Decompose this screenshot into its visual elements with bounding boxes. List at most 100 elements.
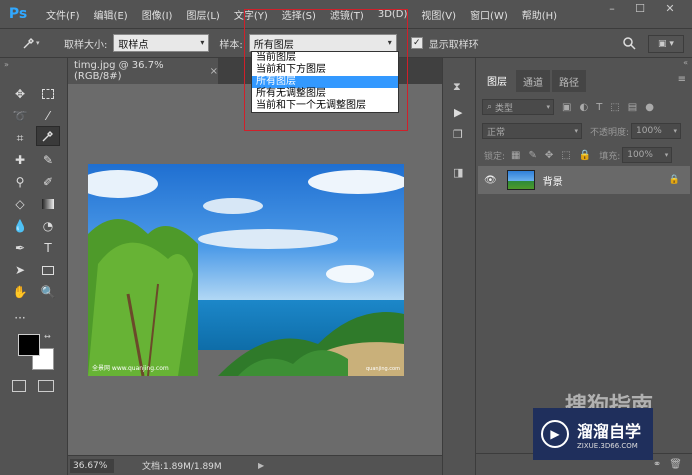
filter-smart-object-icon[interactable]: ▤ <box>628 102 637 113</box>
delete-layer-icon[interactable]: 🗑 <box>669 459 682 470</box>
lock-all-icon[interactable]: 🔒 <box>579 150 591 161</box>
close-button[interactable]: ✕ <box>660 2 680 16</box>
maximize-button[interactable]: ☐ <box>630 2 650 16</box>
pen-tool-icon[interactable]: ✒ <box>8 238 32 258</box>
layer-row[interactable]: 👁 背景 🔒 <box>478 166 690 194</box>
zoom-field[interactable]: 36.67% <box>70 458 114 473</box>
show-ring-checkbox[interactable]: ✓ <box>410 37 423 49</box>
menu-layer[interactable]: 图层(L) <box>186 7 219 22</box>
gradient-tool-icon[interactable] <box>36 194 60 214</box>
layer-name[interactable]: 背景 <box>543 173 563 188</box>
document-image[interactable]: 全景网 www.quanjing.com quanjing.com <box>88 164 404 376</box>
workspace-icon[interactable]: ▣ ▾ <box>648 35 684 53</box>
watermark-site: ZIXUE.3D66.COM <box>577 442 638 450</box>
lock-icon: 🔒 <box>668 175 680 185</box>
lock-label: 锁定: <box>484 151 506 162</box>
layer-thumbnail <box>506 170 535 190</box>
more-tools-icon[interactable]: ··· <box>8 308 32 328</box>
blend-mode-dropdown[interactable]: 正常 ▾ <box>482 123 582 139</box>
zoom-tool-icon[interactable]: 🔍 <box>36 282 60 302</box>
search-icon: ⌕ <box>487 102 493 112</box>
fill-field[interactable]: 100% ▾ <box>622 147 673 163</box>
rectangle-tool-icon[interactable] <box>36 260 60 280</box>
layer-filter-value: 类型 <box>495 103 514 114</box>
eyedropper-tool-icon[interactable] <box>36 126 60 146</box>
layer-filter-dropdown[interactable]: ⌕ 类型 ▾ <box>482 99 554 115</box>
magic-wand-tool-icon[interactable]: ⁄ <box>36 106 60 126</box>
panel-menu-icon[interactable]: ≡ <box>678 74 686 85</box>
hand-tool-icon[interactable]: ✋ <box>8 282 32 302</box>
menu-file[interactable]: 文件(F) <box>46 7 80 22</box>
minimize-button[interactable]: – <box>602 2 622 16</box>
actions-panel-icon[interactable]: ▶ <box>454 106 462 119</box>
eye-icon[interactable]: 👁 <box>484 175 497 186</box>
healing-brush-tool-icon[interactable]: ✚ <box>8 150 32 170</box>
play-logo-icon: ▶ <box>541 420 569 448</box>
blend-mode-value: 正常 <box>487 127 506 138</box>
lock-image-icon[interactable]: ✎ <box>529 150 537 161</box>
collapse-icon[interactable]: » <box>4 60 9 69</box>
watermark-badge: ▶ 溜溜自学 ZIXUE.3D66.COM <box>533 408 653 460</box>
properties-panel-icon[interactable]: ◨ <box>453 166 463 179</box>
filter-pixel-icon[interactable]: ▣ <box>562 102 571 113</box>
fill-label: 填充: <box>599 151 621 162</box>
document-info: 文档:1.89M/1.89M <box>142 462 222 472</box>
screen-mode-icon[interactable] <box>38 380 54 392</box>
status-menu-icon[interactable]: ▶ <box>258 461 264 470</box>
canvas-area[interactable]: 全景网 www.quanjing.com quanjing.com <box>68 84 442 455</box>
menu-edit[interactable]: 编辑(E) <box>94 7 128 22</box>
dodge-tool-icon[interactable]: ◔ <box>36 216 60 236</box>
sample-size-label: 取样大小: <box>64 39 108 51</box>
move-tool-icon[interactable]: ✥ <box>8 84 32 104</box>
swap-colors-icon[interactable]: ↔ <box>44 332 51 341</box>
highlight-box <box>244 9 408 131</box>
tools-panel: » ✥ ➰ ⁄ ⌗ ✚ ✎ ⚲ ✐ ◇ 💧 ◔ ✒ T ➤ ✋ 🔍 ··· ↔ <box>0 58 68 475</box>
filter-shape-icon[interactable]: ⬚ <box>610 102 619 113</box>
opacity-value: 100% <box>636 126 662 136</box>
sample-size-value: 取样点 <box>118 39 149 51</box>
watermark-brand: 溜溜自学 <box>577 422 642 441</box>
link-layers-icon[interactable]: ⚭ <box>653 459 661 470</box>
history-brush-tool-icon[interactable]: ✐ <box>36 172 60 192</box>
menu-window[interactable]: 窗口(W) <box>470 7 508 22</box>
quick-mask-icon[interactable] <box>12 380 26 392</box>
3d-panel-icon[interactable]: ❒ <box>453 128 463 141</box>
clone-stamp-tool-icon[interactable]: ⚲ <box>8 172 32 192</box>
eraser-tool-icon[interactable]: ◇ <box>8 194 32 214</box>
menu-help[interactable]: 帮助(H) <box>522 7 557 22</box>
lock-transparent-icon[interactable]: ▦ <box>511 150 520 161</box>
brush-tool-icon[interactable]: ✎ <box>36 150 60 170</box>
chevron-down-icon: ▾ <box>673 127 678 135</box>
search-icon[interactable] <box>622 36 638 52</box>
close-tab-icon[interactable]: × <box>210 66 218 77</box>
foreground-color-swatch[interactable] <box>18 334 40 356</box>
blur-tool-icon[interactable]: 💧 <box>8 216 32 236</box>
tab-layers[interactable]: 图层 <box>480 70 514 92</box>
image-caption-left: 全景网 www.quanjing.com <box>92 364 169 372</box>
menu-image[interactable]: 图像(I) <box>142 7 173 22</box>
crop-tool-icon[interactable]: ⌗ <box>8 128 32 148</box>
lasso-tool-icon[interactable]: ➰ <box>8 106 32 126</box>
filter-type-icon[interactable]: T <box>596 102 602 113</box>
show-ring-label: 显示取样环 <box>428 39 479 51</box>
path-selection-tool-icon[interactable]: ➤ <box>8 260 32 280</box>
document-tab[interactable]: timg.jpg @ 36.7%(RGB/8#) × <box>68 58 218 84</box>
history-panel-icon[interactable]: ⧗ <box>453 80 461 94</box>
tab-paths[interactable]: 路径 <box>552 70 586 92</box>
tab-channels[interactable]: 通道 <box>516 70 550 92</box>
marquee-tool-icon[interactable] <box>36 84 60 104</box>
panel-collapse-icon[interactable]: « <box>683 58 688 67</box>
sample-size-dropdown[interactable]: 取样点 ▾ <box>113 34 210 52</box>
type-tool-icon[interactable]: T <box>36 238 60 258</box>
opacity-field[interactable]: 100% ▾ <box>631 123 682 139</box>
eyedropper-icon[interactable]: ▾ <box>22 36 42 50</box>
filter-adjustment-icon[interactable]: ◐ <box>579 102 588 113</box>
lock-position-icon[interactable]: ✥ <box>545 150 553 161</box>
collapsed-panel-strip: ⧗ ▶ ❒ ◨ <box>442 58 476 475</box>
status-bar: 36.67% 文档:1.89M/1.89M ▶ <box>68 455 442 475</box>
filter-toggle-icon[interactable]: ● <box>645 102 654 113</box>
image-caption-right: quanjing.com <box>366 366 400 372</box>
opacity-label: 不透明度: <box>590 127 630 138</box>
lock-artboard-icon[interactable]: ⬚ <box>561 150 570 161</box>
menu-view[interactable]: 视图(V) <box>421 7 456 22</box>
